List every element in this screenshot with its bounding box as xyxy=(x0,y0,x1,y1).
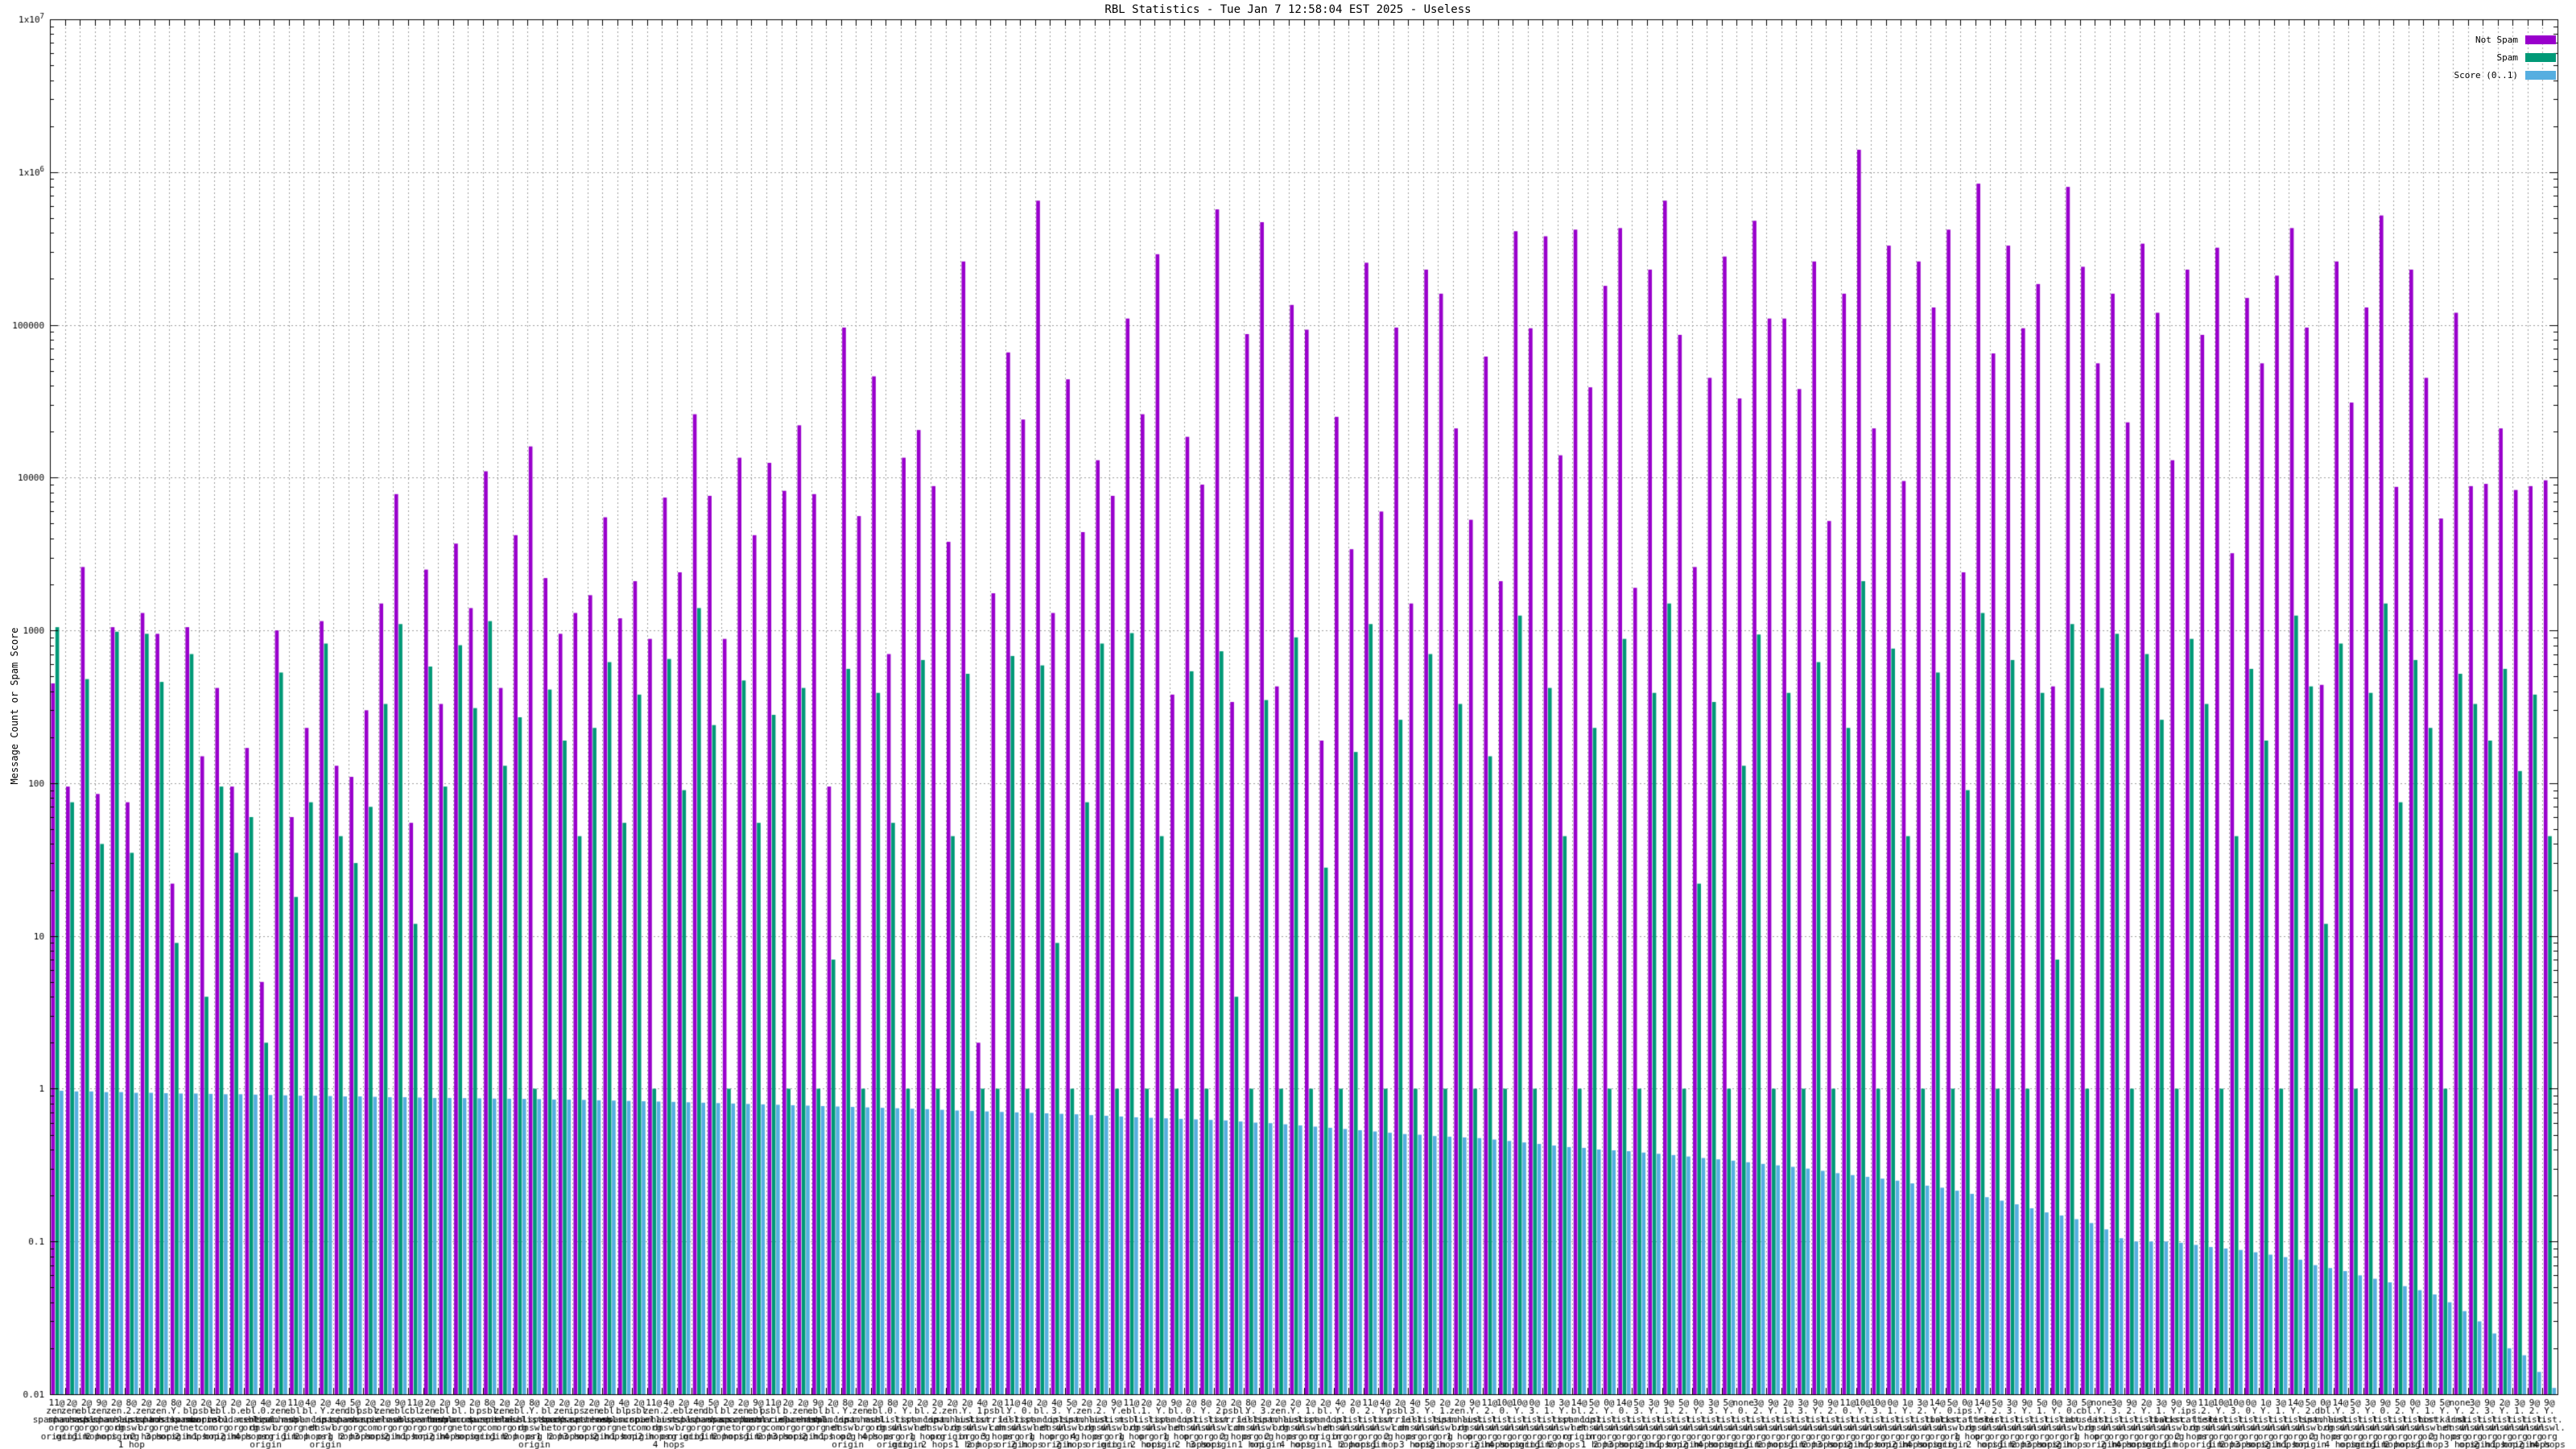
rbl-statistics-page: RBL Statistics - Tue Jan 7 12:58:04 EST … xyxy=(0,0,2576,1449)
legend-swatch-spam xyxy=(2525,53,2556,62)
legend-label-score: Score (0..1) xyxy=(2454,70,2518,80)
legend-label-not-spam: Not Spam xyxy=(2475,35,2518,45)
legend: Not Spam Spam Score (0..1) xyxy=(2454,35,2556,89)
legend-label-spam: Spam xyxy=(2497,52,2519,63)
legend-swatch-score xyxy=(2525,71,2556,80)
legend-item-spam: Spam xyxy=(2454,53,2556,62)
y-axis-title: Message Count or Spam Score xyxy=(9,521,20,891)
legend-item-score: Score (0..1) xyxy=(2454,71,2556,80)
legend-item-not-spam: Not Spam xyxy=(2454,35,2556,44)
page-title: RBL Statistics - Tue Jan 7 12:58:04 EST … xyxy=(0,3,2576,16)
chart-canvas xyxy=(0,0,2576,1449)
legend-swatch-not-spam xyxy=(2525,35,2556,44)
